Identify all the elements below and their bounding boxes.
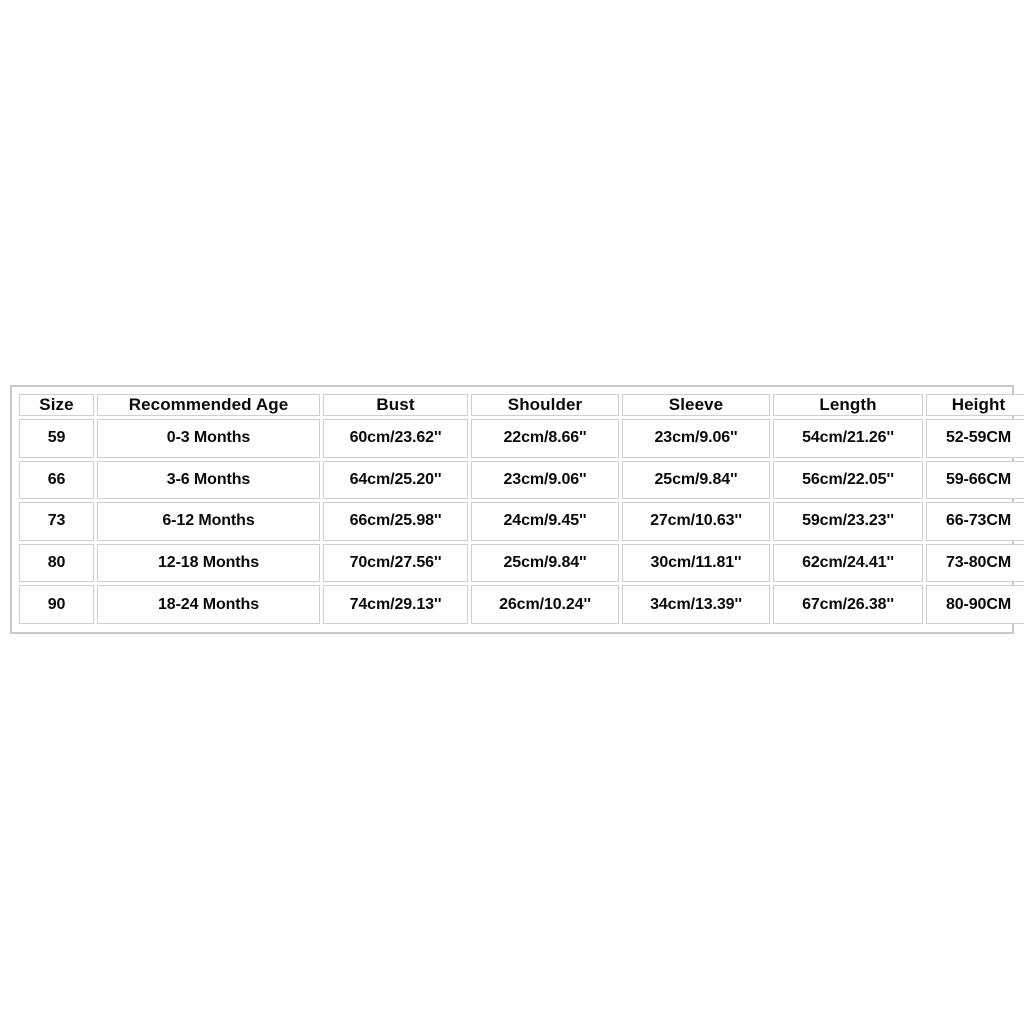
cell-size: 66 xyxy=(19,460,94,500)
cell-shoulder: 22cm/8.66'' xyxy=(471,419,619,458)
cell-recommended-age: 0-3 Months xyxy=(97,419,320,458)
cell-length: 59cm/23.23'' xyxy=(773,502,923,541)
cell-height: 73-80CM xyxy=(926,543,1024,583)
cell-sleeve: 25cm/9.84'' xyxy=(622,460,770,500)
cell-shoulder: 25cm/9.84'' xyxy=(471,543,619,583)
cell-size: 73 xyxy=(19,502,94,541)
table-row: 66 3-6 Months 64cm/25.20'' 23cm/9.06'' 2… xyxy=(19,460,1024,500)
cell-recommended-age: 3-6 Months xyxy=(97,460,320,500)
page-root: Size Recommended Age Bust Shoulder Sleev… xyxy=(0,0,1024,1024)
cell-length: 67cm/26.38'' xyxy=(773,585,923,624)
cell-bust: 74cm/29.13'' xyxy=(323,585,468,624)
size-chart-table: Size Recommended Age Bust Shoulder Sleev… xyxy=(16,391,1024,627)
cell-size: 80 xyxy=(19,543,94,583)
table-row: 90 18-24 Months 74cm/29.13'' 26cm/10.24'… xyxy=(19,585,1024,624)
table-row: 59 0-3 Months 60cm/23.62'' 22cm/8.66'' 2… xyxy=(19,419,1024,458)
cell-length: 56cm/22.05'' xyxy=(773,460,923,500)
cell-length: 62cm/24.41'' xyxy=(773,543,923,583)
size-chart-body: 59 0-3 Months 60cm/23.62'' 22cm/8.66'' 2… xyxy=(19,419,1024,624)
table-row: 73 6-12 Months 66cm/25.98'' 24cm/9.45'' … xyxy=(19,502,1024,541)
cell-height: 66-73CM xyxy=(926,502,1024,541)
size-chart-header: Size Recommended Age Bust Shoulder Sleev… xyxy=(19,394,1024,416)
cell-height: 59-66CM xyxy=(926,460,1024,500)
cell-bust: 64cm/25.20'' xyxy=(323,460,468,500)
cell-bust: 70cm/27.56'' xyxy=(323,543,468,583)
cell-shoulder: 26cm/10.24'' xyxy=(471,585,619,624)
cell-size: 90 xyxy=(19,585,94,624)
column-header-bust: Bust xyxy=(323,394,468,416)
column-header-sleeve: Sleeve xyxy=(622,394,770,416)
cell-sleeve: 34cm/13.39'' xyxy=(622,585,770,624)
cell-height: 52-59CM xyxy=(926,419,1024,458)
cell-recommended-age: 18-24 Months xyxy=(97,585,320,624)
table-row: 80 12-18 Months 70cm/27.56'' 25cm/9.84''… xyxy=(19,543,1024,583)
cell-recommended-age: 6-12 Months xyxy=(97,502,320,541)
column-header-shoulder: Shoulder xyxy=(471,394,619,416)
cell-length: 54cm/21.26'' xyxy=(773,419,923,458)
cell-recommended-age: 12-18 Months xyxy=(97,543,320,583)
cell-sleeve: 27cm/10.63'' xyxy=(622,502,770,541)
column-header-height: Height xyxy=(926,394,1024,416)
table-header-row: Size Recommended Age Bust Shoulder Sleev… xyxy=(19,394,1024,416)
cell-shoulder: 23cm/9.06'' xyxy=(471,460,619,500)
cell-bust: 66cm/25.98'' xyxy=(323,502,468,541)
cell-height: 80-90CM xyxy=(926,585,1024,624)
cell-bust: 60cm/23.62'' xyxy=(323,419,468,458)
column-header-recommended-age: Recommended Age xyxy=(97,394,320,416)
column-header-size: Size xyxy=(19,394,94,416)
cell-size: 59 xyxy=(19,419,94,458)
size-chart-frame: Size Recommended Age Bust Shoulder Sleev… xyxy=(10,385,1024,634)
cell-sleeve: 30cm/11.81'' xyxy=(622,543,770,583)
column-header-length: Length xyxy=(773,394,923,416)
cell-sleeve: 23cm/9.06'' xyxy=(622,419,770,458)
cell-shoulder: 24cm/9.45'' xyxy=(471,502,619,541)
